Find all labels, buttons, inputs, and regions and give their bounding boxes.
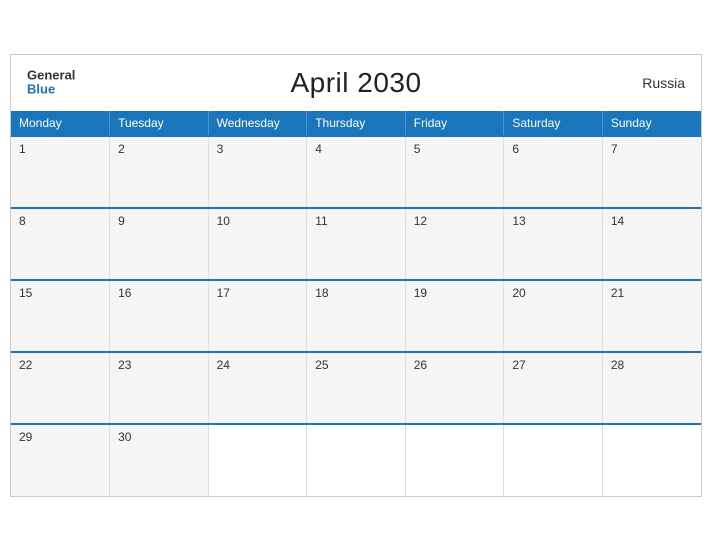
day-number: 8: [19, 214, 26, 228]
calendar-day-cell: 27: [504, 352, 603, 424]
day-number: 10: [217, 214, 230, 228]
calendar-week-row: 1 2 3 4 5 6 7: [11, 136, 701, 208]
calendar-day-cell: 8: [11, 208, 110, 280]
calendar-day-cell: 3: [208, 136, 307, 208]
day-number: 16: [118, 286, 131, 300]
day-number: 12: [414, 214, 427, 228]
day-number: 7: [611, 142, 618, 156]
calendar-day-cell: 18: [307, 280, 406, 352]
calendar-day-cell: 6: [504, 136, 603, 208]
calendar-day-cell: 23: [110, 352, 209, 424]
weekday-monday: Monday: [11, 111, 110, 136]
calendar-day-cell: 11: [307, 208, 406, 280]
calendar-day-cell: [208, 424, 307, 496]
calendar-day-cell: 21: [602, 280, 701, 352]
calendar-day-cell: 12: [405, 208, 504, 280]
calendar-day-cell: 4: [307, 136, 406, 208]
calendar-day-cell: 10: [208, 208, 307, 280]
weekday-wednesday: Wednesday: [208, 111, 307, 136]
calendar-day-cell: 24: [208, 352, 307, 424]
calendar-day-cell: 25: [307, 352, 406, 424]
calendar-week-row: 22 23 24 25 26 27 28: [11, 352, 701, 424]
calendar-day-cell: 7: [602, 136, 701, 208]
day-number: 21: [611, 286, 624, 300]
calendar-container: General Blue April 2030 Russia Monday Tu…: [10, 54, 702, 497]
calendar-day-cell: 2: [110, 136, 209, 208]
calendar-day-cell: 15: [11, 280, 110, 352]
day-number: 4: [315, 142, 322, 156]
day-number: 11: [315, 214, 327, 228]
calendar-day-cell: 1: [11, 136, 110, 208]
calendar-header: General Blue April 2030 Russia: [11, 55, 701, 111]
calendar-day-cell: 30: [110, 424, 209, 496]
day-number: 13: [512, 214, 525, 228]
day-number: 9: [118, 214, 125, 228]
day-number: 2: [118, 142, 125, 156]
calendar-week-row: 8 9 10 11 12 13 14: [11, 208, 701, 280]
day-number: 28: [611, 358, 624, 372]
day-number: 17: [217, 286, 230, 300]
calendar-day-cell: [602, 424, 701, 496]
calendar-day-cell: 13: [504, 208, 603, 280]
logo-blue-text: Blue: [27, 83, 75, 97]
day-number: 30: [118, 430, 131, 444]
calendar-day-cell: 5: [405, 136, 504, 208]
calendar-day-cell: 22: [11, 352, 110, 424]
country-label: Russia: [642, 75, 685, 91]
calendar-grid: Monday Tuesday Wednesday Thursday Friday…: [11, 111, 701, 496]
weekday-thursday: Thursday: [307, 111, 406, 136]
day-number: 20: [512, 286, 525, 300]
calendar-day-cell: [307, 424, 406, 496]
day-number: 22: [19, 358, 32, 372]
day-number: 14: [611, 214, 624, 228]
weekday-header-row: Monday Tuesday Wednesday Thursday Friday…: [11, 111, 701, 136]
calendar-week-row: 29 30: [11, 424, 701, 496]
day-number: 19: [414, 286, 427, 300]
day-number: 15: [19, 286, 32, 300]
calendar-day-cell: 19: [405, 280, 504, 352]
day-number: 6: [512, 142, 519, 156]
calendar-day-cell: 9: [110, 208, 209, 280]
weekday-friday: Friday: [405, 111, 504, 136]
day-number: 25: [315, 358, 328, 372]
day-number: 3: [217, 142, 224, 156]
calendar-title: April 2030: [290, 67, 421, 99]
calendar-day-cell: 20: [504, 280, 603, 352]
calendar-day-cell: 29: [11, 424, 110, 496]
calendar-day-cell: [405, 424, 504, 496]
calendar-day-cell: 14: [602, 208, 701, 280]
weekday-sunday: Sunday: [602, 111, 701, 136]
day-number: 18: [315, 286, 328, 300]
day-number: 29: [19, 430, 32, 444]
day-number: 26: [414, 358, 427, 372]
calendar-day-cell: [504, 424, 603, 496]
calendar-week-row: 15 16 17 18 19 20 21: [11, 280, 701, 352]
day-number: 24: [217, 358, 230, 372]
calendar-day-cell: 28: [602, 352, 701, 424]
calendar-day-cell: 17: [208, 280, 307, 352]
weekday-tuesday: Tuesday: [110, 111, 209, 136]
day-number: 1: [19, 142, 26, 156]
day-number: 5: [414, 142, 421, 156]
calendar-day-cell: 26: [405, 352, 504, 424]
day-number: 23: [118, 358, 131, 372]
logo-general-text: General: [27, 68, 75, 82]
day-number: 27: [512, 358, 525, 372]
weekday-saturday: Saturday: [504, 111, 603, 136]
calendar-day-cell: 16: [110, 280, 209, 352]
logo: General Blue: [27, 68, 75, 97]
